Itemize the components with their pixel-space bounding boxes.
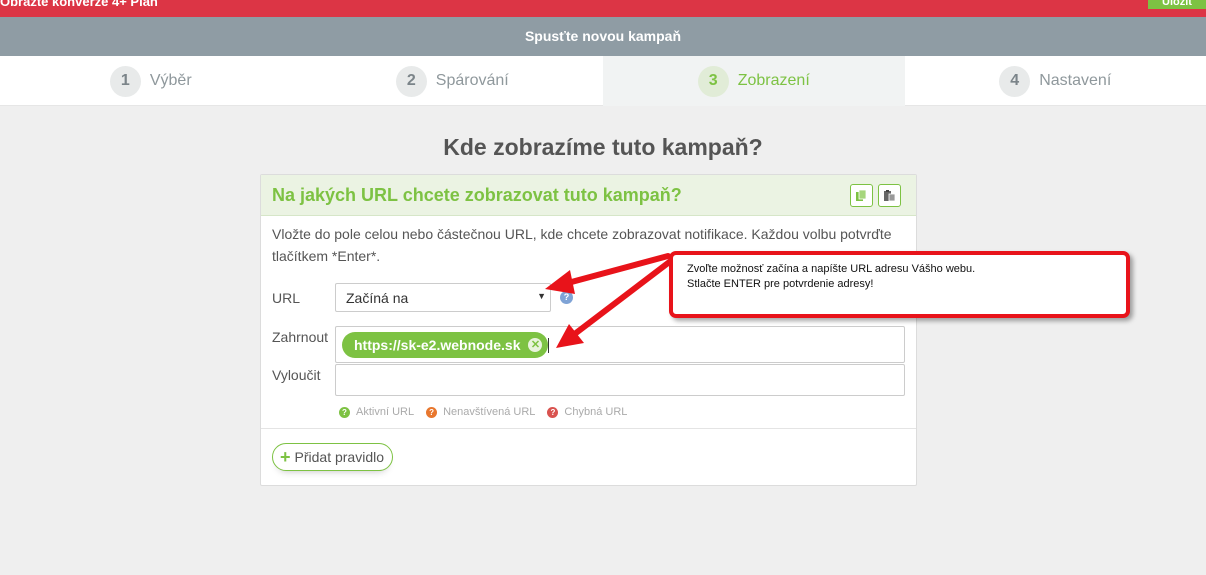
url-rules-card: Na jakých URL chcete zobrazovat tuto kam… <box>260 174 917 486</box>
step-vyber[interactable]: 1 Výběr <box>0 56 302 106</box>
legend-item-error: ? Chybná URL <box>547 406 627 418</box>
chevron-down-icon: ▼ <box>537 291 546 301</box>
plus-icon: + <box>280 447 291 467</box>
include-label: Zahrnout <box>272 329 329 345</box>
paste-icon <box>884 190 896 202</box>
card-header: Na jakých URL chcete zobrazovat tuto kam… <box>261 175 916 216</box>
exclude-label: Vyloučit <box>272 367 321 383</box>
text-caret <box>548 338 549 353</box>
include-url-input[interactable]: https://sk-e2.webnode.sk ✕ <box>335 326 905 363</box>
step-label: Zobrazení <box>737 72 810 89</box>
step-number: 1 <box>109 65 141 97</box>
page-title: Kde zobrazíme tuto kampaň? <box>443 134 763 160</box>
callout-line-2: Stlačte ENTER pre potvrdenie adresy! <box>687 278 874 290</box>
step-label: Výběr <box>149 72 192 89</box>
step-number: 2 <box>395 65 427 97</box>
help-icon[interactable]: ? <box>560 291 573 304</box>
legend-label: Chybná URL <box>564 406 628 418</box>
step-nastaveni[interactable]: 4 Nastavení <box>905 56 1206 106</box>
add-rule-button[interactable]: + Přidat pravidlo <box>272 443 394 471</box>
wizard-title: Spusťte novou kampaň <box>0 17 1206 56</box>
step-label: Nastavení <box>1039 72 1112 89</box>
wizard-steps: 1 Výběr 2 Spárování 3 Zobrazení 4 Nastav… <box>0 56 1206 106</box>
url-legend: ? Aktivní URL ? Nenavštívená URL ? Chybn… <box>339 406 627 418</box>
url-tag: https://sk-e2.webnode.sk ✕ <box>342 332 549 358</box>
step-label: Spárování <box>435 72 509 89</box>
legend-item-unvisited: ? Nenavštívená URL <box>426 406 535 418</box>
top-bar-button[interactable]: Uložit <box>1148 0 1206 9</box>
copy-icon <box>856 189 867 201</box>
step-zobrazeni[interactable]: 3 Zobrazení <box>603 56 905 106</box>
question-icon: ? <box>547 406 559 418</box>
add-rule-label: Přidat pravidlo <box>294 449 385 465</box>
annotation-callout: Zvoľte možnosť začína a napíšte URL adre… <box>669 251 1130 318</box>
legend-item-active: ? Aktivní URL <box>339 406 414 418</box>
exclude-url-input[interactable] <box>335 364 905 396</box>
url-match-select[interactable]: Začíná na ▼ <box>335 283 551 312</box>
question-icon: ? <box>339 406 350 418</box>
step-sparovani[interactable]: 2 Spárování <box>302 56 604 106</box>
step-number: 4 <box>999 65 1031 97</box>
legend-label: Nenavštívená URL <box>443 406 536 418</box>
card-title: Na jakých URL chcete zobrazovat tuto kam… <box>272 185 682 205</box>
url-match-value: Začíná na <box>346 290 409 306</box>
top-bar-text: Obrazte konverze 4+ Plan <box>0 0 158 9</box>
url-label: URL <box>272 290 301 306</box>
url-tag-text: https://sk-e2.webnode.sk <box>354 337 521 353</box>
top-bar: Obrazte konverze 4+ Plan Uložit <box>0 0 1206 17</box>
remove-tag-icon[interactable]: ✕ <box>528 338 543 352</box>
question-icon: ? <box>426 406 438 418</box>
divider <box>261 428 916 429</box>
copy-button[interactable] <box>850 184 873 207</box>
legend-label: Aktivní URL <box>356 406 415 418</box>
callout-line-1: Zvoľte možnosť začína a napíšte URL adre… <box>687 263 976 275</box>
step-number: 3 <box>697 65 729 97</box>
paste-button[interactable] <box>878 184 901 207</box>
